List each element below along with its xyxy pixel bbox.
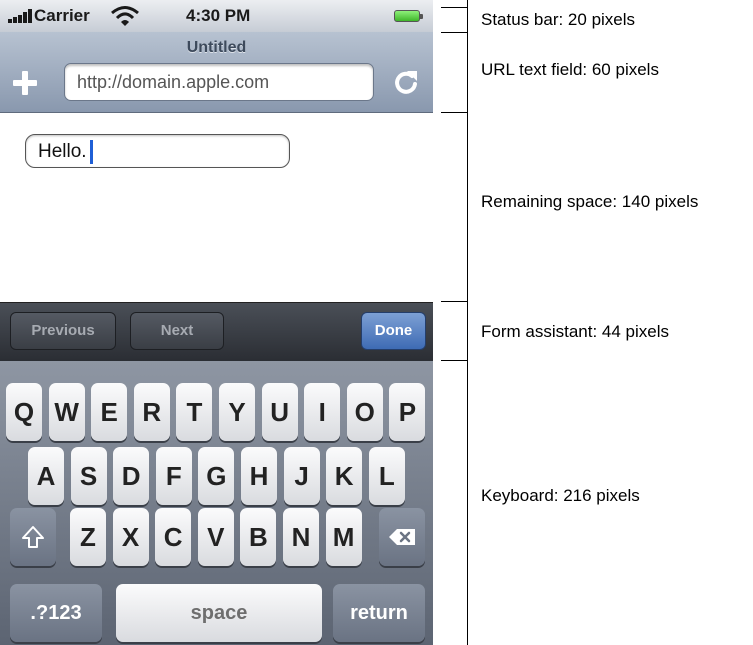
previous-button[interactable]: Previous: [10, 312, 116, 350]
key-e[interactable]: E: [91, 383, 128, 441]
label-status-bar: Status bar: 20 pixels: [481, 10, 636, 29]
form-assistant: Previous Next Done: [0, 302, 433, 362]
text-input-field[interactable]: Hello.: [25, 134, 290, 168]
next-button[interactable]: Next: [130, 312, 224, 350]
text-input-value: Hello.: [38, 141, 87, 162]
key-m[interactable]: M: [325, 508, 362, 566]
navigation-bar: Untitled http://domain.apple.com: [0, 32, 433, 113]
key-s[interactable]: S: [70, 447, 107, 505]
tick-status-top: [441, 7, 467, 8]
backspace-icon: [389, 529, 415, 545]
key-p[interactable]: P: [389, 383, 426, 441]
key-z[interactable]: Z: [70, 508, 106, 566]
keyboard: QWERTYUIOP ASDFGHJKL ZXCVBNM .?123 space…: [0, 361, 433, 645]
key-d[interactable]: D: [113, 447, 150, 505]
status-bar: Carrier 4:30 PM: [0, 0, 433, 33]
key-l[interactable]: L: [368, 447, 405, 505]
key-c[interactable]: C: [155, 508, 192, 566]
shift-key[interactable]: [10, 508, 56, 566]
tick-url-bottom: [441, 112, 467, 113]
numbers-key[interactable]: .?123: [10, 584, 102, 642]
carrier-name: Carrier: [34, 6, 90, 25]
backspace-key[interactable]: [379, 508, 425, 566]
label-keyboard: Keyboard: 216 pixels: [481, 486, 640, 505]
done-button[interactable]: Done: [361, 312, 426, 350]
shift-icon: [22, 526, 44, 548]
key-i[interactable]: I: [304, 383, 341, 441]
url-text-field[interactable]: http://domain.apple.com: [64, 63, 374, 101]
label-remaining-space: Remaining space: 140 pixels: [481, 192, 699, 211]
status-time: 4:30 PM: [186, 6, 251, 25]
key-x[interactable]: X: [112, 508, 149, 566]
signal-bars-icon: [8, 9, 34, 23]
key-a[interactable]: A: [28, 447, 64, 505]
key-r[interactable]: R: [133, 383, 170, 441]
return-key[interactable]: return: [333, 584, 425, 642]
annotation-divider: [467, 0, 468, 645]
key-o[interactable]: O: [346, 383, 383, 441]
key-g[interactable]: G: [198, 447, 235, 505]
label-url-field: URL text field: 60 pixels: [481, 60, 659, 79]
page-title: Untitled: [186, 39, 247, 56]
page-content: Hello.: [0, 113, 433, 302]
label-form-assistant: Form assistant: 44 pixels: [481, 322, 670, 341]
iphone-screen: Carrier 4:30 PM Untitled http://domain.a…: [0, 0, 433, 645]
space-key[interactable]: space: [116, 584, 322, 642]
key-w[interactable]: W: [48, 383, 85, 441]
wifi-icon: [111, 6, 139, 26]
key-n[interactable]: N: [283, 508, 319, 566]
key-f[interactable]: F: [155, 447, 192, 505]
key-k[interactable]: K: [326, 447, 363, 505]
key-u[interactable]: U: [261, 383, 298, 441]
key-j[interactable]: J: [283, 447, 320, 505]
battery-icon: [394, 10, 424, 23]
reload-icon[interactable]: [392, 68, 420, 96]
url-text: http://domain.apple.com: [77, 72, 270, 92]
key-v[interactable]: V: [197, 508, 234, 566]
key-b[interactable]: B: [240, 508, 277, 566]
tick-assistant-bottom: [441, 360, 467, 361]
key-y[interactable]: Y: [219, 383, 255, 441]
key-q[interactable]: Q: [6, 383, 42, 441]
tick-remaining-bottom: [441, 301, 467, 302]
key-h[interactable]: H: [241, 447, 277, 505]
caret-icon: [90, 140, 93, 164]
tick-status-bottom: [441, 32, 467, 33]
add-bookmark-button[interactable]: [10, 68, 40, 98]
key-t[interactable]: T: [176, 383, 213, 441]
